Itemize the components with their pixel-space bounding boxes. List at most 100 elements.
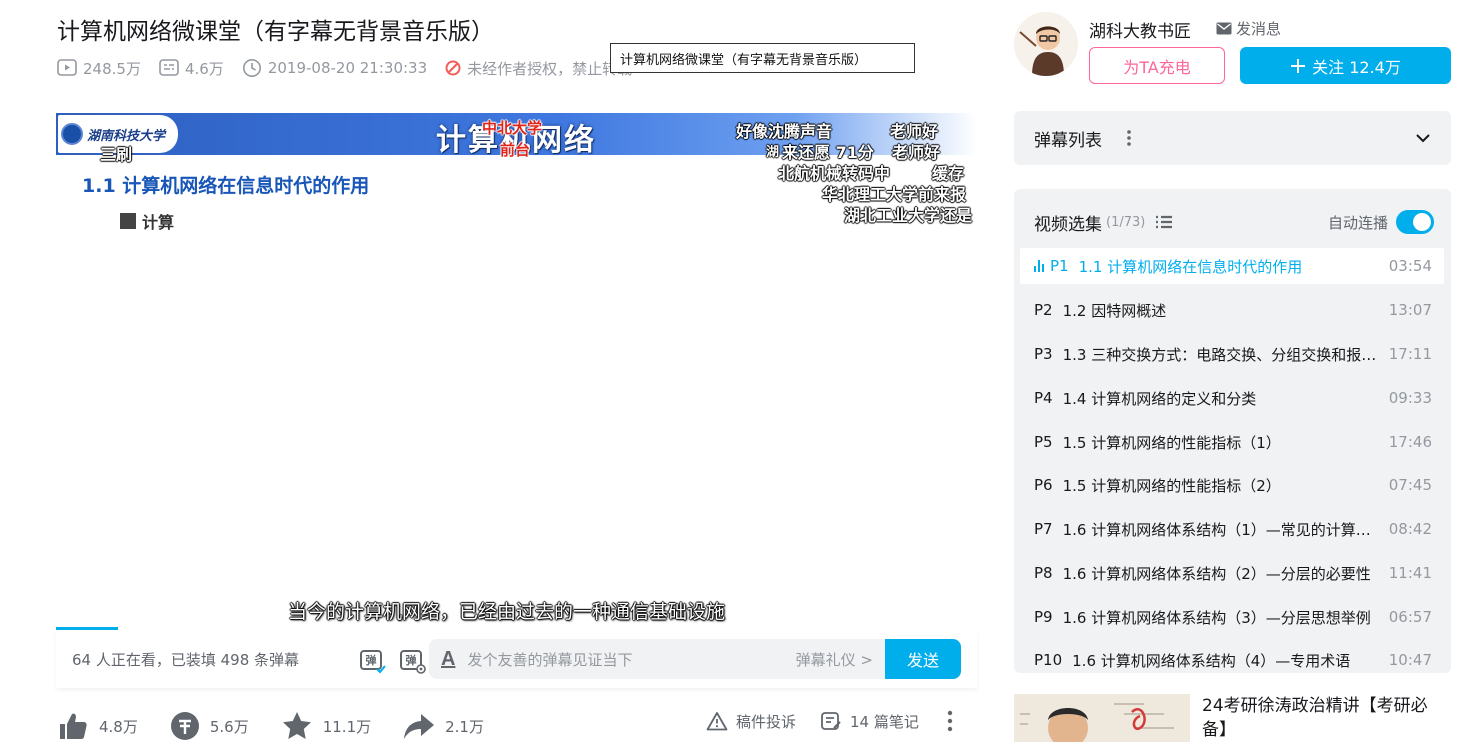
favorite-button[interactable]: 11.1万 [281,710,371,742]
episode-duration: 07:45 [1388,476,1432,494]
episode-duration: 09:33 [1388,389,1432,407]
episode-duration: 10:47 [1388,651,1432,669]
autoplay-toggle[interactable] [1396,210,1434,234]
title-tooltip: 计算机网络微课堂（有字幕无背景音乐版） [610,43,915,73]
slide-section-heading: 1.1 计算机网络在信息时代的作用 [82,175,370,197]
danmaku-bar: 64 人正在看，已装填 498 条弹幕 弹 弹 A 发个友善的弹幕见证当下 弹幕… [56,631,977,688]
charge-button[interactable]: 为TA充电 [1089,47,1225,84]
font-style-icon[interactable]: A [441,648,455,671]
video-meta: 248.5万 4.6万 2019-08-20 21:30:33 未经作者授权，禁… [57,57,644,79]
more-vertical-icon[interactable] [947,710,953,732]
episode-item[interactable]: P6 1.5 计算机网络的性能指标（2） 07:45 [1020,467,1444,503]
danmaku-comment: 三刷 [100,145,133,164]
chevron-down-icon[interactable] [1415,133,1431,143]
send-message-link[interactable]: 发消息 [1216,18,1281,39]
toolbar-right: 稿件投诉 14 篇笔记 [706,710,953,732]
warning-icon[interactable] [706,711,728,731]
video-subtitle: 当今的计算机网络，已经由过去的一种通信基础设施 [288,601,726,623]
episode-number: P7 [1034,520,1053,538]
danmaku-input-placeholder: 发个友善的弹幕见证当下 [467,650,633,669]
video-title: 计算机网络微课堂（有字幕无背景音乐版） [57,19,494,45]
favorite-count: 11.1万 [322,717,372,736]
episode-panel-title: 视频选集 [1034,214,1102,235]
episode-number: P8 [1034,564,1053,582]
uploader-name[interactable]: 湖科大教书匠 [1089,17,1191,42]
episode-name: 1.4 计算机网络的定义和分类 [1062,389,1257,408]
episode-item[interactable]: P8 1.6 计算机网络体系结构（2）—分层的必要性 11:41 [1020,555,1444,591]
episode-item[interactable]: P4 1.4 计算机网络的定义和分类 09:33 [1020,380,1444,416]
danmaku-input[interactable]: A 发个友善的弹幕见证当下 弹幕礼仪 > [429,639,885,679]
episode-panel: 视频选集 (1/73) 自动连播 P1 1.1 计算机网络在信息时代的作用 03:5… [1014,189,1451,673]
share-button[interactable]: 2.1万 [403,711,484,741]
episode-number: P6 [1034,476,1053,494]
like-count: 4.8万 [99,717,138,736]
thumbs-up-icon [60,713,87,739]
more-vertical-icon[interactable] [1120,129,1138,147]
danmaku-list-label: 弹幕列表 [1034,130,1102,151]
video-toolbar: 4.8万 5.6万 11.1万 2.1万 [57,706,516,746]
mail-icon [1216,22,1232,35]
coin-count: 5.6万 [209,717,249,736]
follow-button[interactable]: 关注 12.4万 [1240,47,1451,84]
danmaku-comment: 中北大学 [482,119,543,137]
plus-icon [1291,58,1306,73]
episode-item[interactable]: P2 1.2 因特网概述 13:07 [1020,292,1444,328]
video-player[interactable]: 湖南科技大学 计算机网络 1.1 计算机网络在信息时代的作用 计算 中北大学 前… [56,113,977,631]
danmaku-settings-icon[interactable]: 弹 [397,645,427,675]
episode-item[interactable]: P10 1.6 计算机网络体系结构（4）—专用术语 10:47 [1020,642,1444,673]
episode-duration: 03:54 [1388,257,1432,275]
episode-item[interactable]: P1 1.1 计算机网络在信息时代的作用 03:54 [1020,248,1444,284]
notes-icon[interactable] [820,711,842,731]
report-button[interactable]: 稿件投诉 [736,711,796,732]
recommended-title[interactable]: 24考研徐涛政治精讲【考研必备】 [1202,694,1452,742]
coin-button[interactable]: 5.6万 [170,711,249,741]
episode-item[interactable]: P5 1.5 计算机网络的性能指标（1） 17:46 [1020,424,1444,460]
recommended-thumbnail[interactable] [1014,694,1190,742]
play-count-value: 248.5万 [83,59,141,78]
episode-name: 1.1 计算机网络在信息时代的作用 [1078,257,1303,276]
share-count: 2.1万 [445,717,484,736]
send-message-label: 发消息 [1236,20,1282,38]
share-icon [404,714,435,739]
play-count: 248.5万 [57,58,141,79]
episode-number: P1 [1050,257,1069,275]
episode-duration: 17:46 [1388,433,1432,451]
episode-number: P9 [1034,608,1053,626]
uploader-avatar[interactable] [1014,12,1078,76]
episode-item[interactable]: P7 1.6 计算机网络体系结构（1）—常见的计算机网络体系结构 08:42 [1020,511,1444,547]
episode-duration: 17:11 [1388,345,1432,363]
episode-name: 1.6 计算机网络体系结构（4）—专用术语 [1072,651,1351,670]
list-view-icon[interactable] [1155,215,1173,229]
send-danmaku-button[interactable]: 发送 [885,639,961,679]
like-button[interactable]: 4.8万 [57,710,138,742]
episode-number: P3 [1034,345,1053,363]
episode-number: P4 [1034,389,1053,407]
episode-duration: 06:57 [1388,608,1432,626]
danmaku-count: 4.6万 [159,58,224,79]
danmaku-comment: 前台 [500,141,531,159]
autoplay-label: 自动连播 [1327,213,1388,232]
episode-name: 1.2 因特网概述 [1062,301,1167,320]
episode-item[interactable]: P3 1.3 三种交换方式：电路交换、分组交换和报文交换 17:11 [1020,336,1444,372]
notes-button[interactable]: 14 篇笔记 [850,711,919,732]
slide-bullet: 计算 [120,209,174,233]
danmaku-toggle-icon[interactable]: 弹 [357,645,387,675]
follow-label: 关注 12.4万 [1312,57,1401,77]
danmaku-comment: 湖北工业大学还是 [844,206,973,225]
episode-item[interactable]: P9 1.6 计算机网络体系结构（3）—分层思想举例 06:57 [1020,599,1444,635]
copyright-notice: 未经作者授权，禁止转载 [445,58,632,79]
episode-number: P10 [1034,651,1063,669]
danmaku-count-value: 4.6万 [184,59,224,78]
episode-panel-header: 视频选集 (1/73) 自动连播 [1034,209,1434,235]
danmaku-list-header[interactable]: 弹幕列表 [1014,111,1451,165]
coin-icon [170,712,199,740]
danmaku-etiquette-link[interactable]: 弹幕礼仪 > [796,649,873,670]
episode-duration: 11:41 [1388,564,1432,582]
emblem-icon [61,123,83,145]
progress-bar[interactable] [56,627,118,630]
now-playing-icon [1034,260,1044,272]
publish-date: 2019-08-20 21:30:33 [242,58,427,78]
episode-name: 1.3 三种交换方式：电路交换、分组交换和报文交换 [1062,345,1383,364]
slide-bullet-text: 计算 [142,213,175,232]
episode-name: 1.6 计算机网络体系结构（2）—分层的必要性 [1062,564,1371,583]
